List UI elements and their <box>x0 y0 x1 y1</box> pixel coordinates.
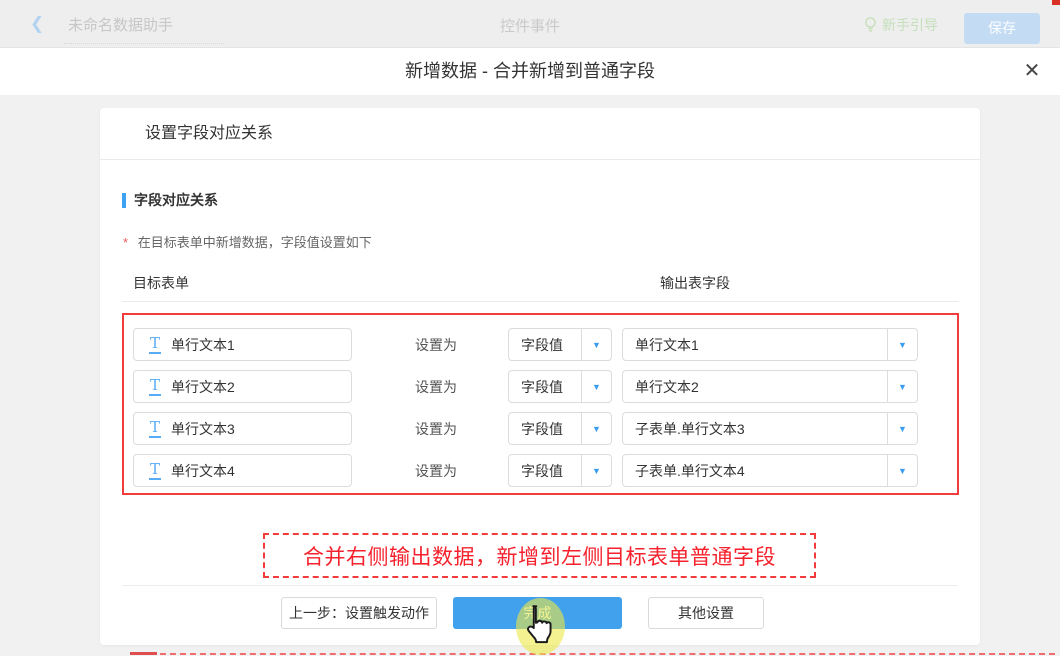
guide-label: 新手引导 <box>882 15 938 35</box>
set-as-label: 设置为 <box>415 335 463 355</box>
divider <box>122 301 959 302</box>
value-type-select[interactable]: 字段值 ▼ <box>508 412 612 445</box>
group-title-row: 字段对应关系 <box>122 190 959 210</box>
column-header-output: 输出表字段 <box>660 273 730 293</box>
value-type-value: 字段值 <box>509 455 581 486</box>
chevron-down-icon[interactable]: ▼ <box>887 455 917 486</box>
divider <box>122 585 958 586</box>
mapping-row: T 单行文本3 设置为 字段值 ▼ 子表单.单行文本3 ▼ <box>133 412 948 445</box>
value-type-value: 字段值 <box>509 371 581 402</box>
output-field-select[interactable]: 子表单.单行文本3 ▼ <box>622 412 918 445</box>
value-type-select[interactable]: 字段值 ▼ <box>508 454 612 487</box>
output-field-value: 单行文本2 <box>623 371 887 402</box>
lightbulb-icon <box>864 17 877 33</box>
chevron-down-icon[interactable]: ▼ <box>887 329 917 360</box>
value-type-value: 字段值 <box>509 413 581 444</box>
save-button[interactable]: 保存 <box>964 13 1040 44</box>
cropped-annotation-corner <box>130 652 157 655</box>
hand-cursor-icon <box>521 604 557 646</box>
target-field-label: 单行文本2 <box>171 377 235 397</box>
corner-annotation-mark <box>1052 0 1060 5</box>
target-field-label: 单行文本4 <box>171 461 235 481</box>
text-field-icon: T <box>149 378 161 396</box>
newbie-guide-link[interactable]: 新手引导 <box>864 15 938 35</box>
output-field-value: 子表单.单行文本3 <box>623 413 887 444</box>
chevron-down-icon[interactable]: ▼ <box>581 413 611 444</box>
chevron-down-icon[interactable]: ▼ <box>581 371 611 402</box>
annotation-callout: 合并右侧输出数据，新增到左侧目标表单普通字段 <box>263 533 816 578</box>
target-field-box[interactable]: T 单行文本2 <box>133 370 352 403</box>
value-type-select[interactable]: 字段值 ▼ <box>508 328 612 361</box>
modal-header: 新增数据 - 合并新增到普通字段 ✕ <box>0 48 1060 95</box>
value-type-select[interactable]: 字段值 ▼ <box>508 370 612 403</box>
group-title-label: 字段对应关系 <box>134 190 218 210</box>
set-as-label: 设置为 <box>415 461 463 481</box>
chevron-down-icon[interactable]: ▼ <box>581 455 611 486</box>
chevron-down-icon[interactable]: ▼ <box>887 413 917 444</box>
field-mapping-card: 设置字段对应关系 字段对应关系 * 在目标表单中新增数据，字段值设置如下 目标表… <box>100 108 980 645</box>
target-field-box[interactable]: T 单行文本1 <box>133 328 352 361</box>
prev-step-button[interactable]: 上一步：设置触发动作 <box>281 597 437 629</box>
cropped-annotation-line <box>130 653 1055 655</box>
modal-title: 新增数据 - 合并新增到普通字段 <box>0 48 1060 95</box>
hint-text: 在目标表单中新增数据，字段值设置如下 <box>138 235 372 250</box>
text-field-icon: T <box>149 462 161 480</box>
top-app-bar: ❮ 未命名数据助手 控件事件 新手引导 保存 <box>0 0 1060 48</box>
text-field-icon: T <box>149 420 161 438</box>
output-field-select[interactable]: 单行文本1 ▼ <box>622 328 918 361</box>
card-section-title: 设置字段对应关系 <box>100 108 980 160</box>
output-field-select[interactable]: 子表单.单行文本4 ▼ <box>622 454 918 487</box>
chevron-down-icon[interactable]: ▼ <box>887 371 917 402</box>
mapping-highlight-box: T 单行文本1 设置为 字段值 ▼ 单行文本1 ▼ T 单行文本2 设置 <box>122 313 959 495</box>
required-asterisk: * <box>123 235 128 250</box>
hint-row: * 在目标表单中新增数据，字段值设置如下 <box>122 232 959 251</box>
close-icon[interactable]: ✕ <box>1012 48 1052 95</box>
blue-bar-icon <box>122 193 126 208</box>
target-field-box[interactable]: T 单行文本3 <box>133 412 352 445</box>
set-as-label: 设置为 <box>415 377 463 397</box>
set-as-label: 设置为 <box>415 419 463 439</box>
chevron-down-icon[interactable]: ▼ <box>581 329 611 360</box>
output-field-select[interactable]: 单行文本2 ▼ <box>622 370 918 403</box>
other-settings-button[interactable]: 其他设置 <box>648 597 764 629</box>
mapping-row: T 单行文本2 设置为 字段值 ▼ 单行文本2 ▼ <box>133 370 948 403</box>
column-headers: 目标表单 输出表字段 <box>122 273 959 291</box>
text-field-icon: T <box>149 336 161 354</box>
column-header-target: 目标表单 <box>133 273 189 293</box>
value-type-value: 字段值 <box>509 329 581 360</box>
target-field-box[interactable]: T 单行文本4 <box>133 454 352 487</box>
mapping-row: T 单行文本4 设置为 字段值 ▼ 子表单.单行文本4 ▼ <box>133 454 948 487</box>
mapping-row: T 单行文本1 设置为 字段值 ▼ 单行文本1 ▼ <box>133 328 948 361</box>
output-field-value: 子表单.单行文本4 <box>623 455 887 486</box>
card-body: 字段对应关系 * 在目标表单中新增数据，字段值设置如下 目标表单 输出表字段 T… <box>100 190 980 495</box>
target-field-label: 单行文本3 <box>171 419 235 439</box>
output-field-value: 单行文本1 <box>623 329 887 360</box>
target-field-label: 单行文本1 <box>171 335 235 355</box>
